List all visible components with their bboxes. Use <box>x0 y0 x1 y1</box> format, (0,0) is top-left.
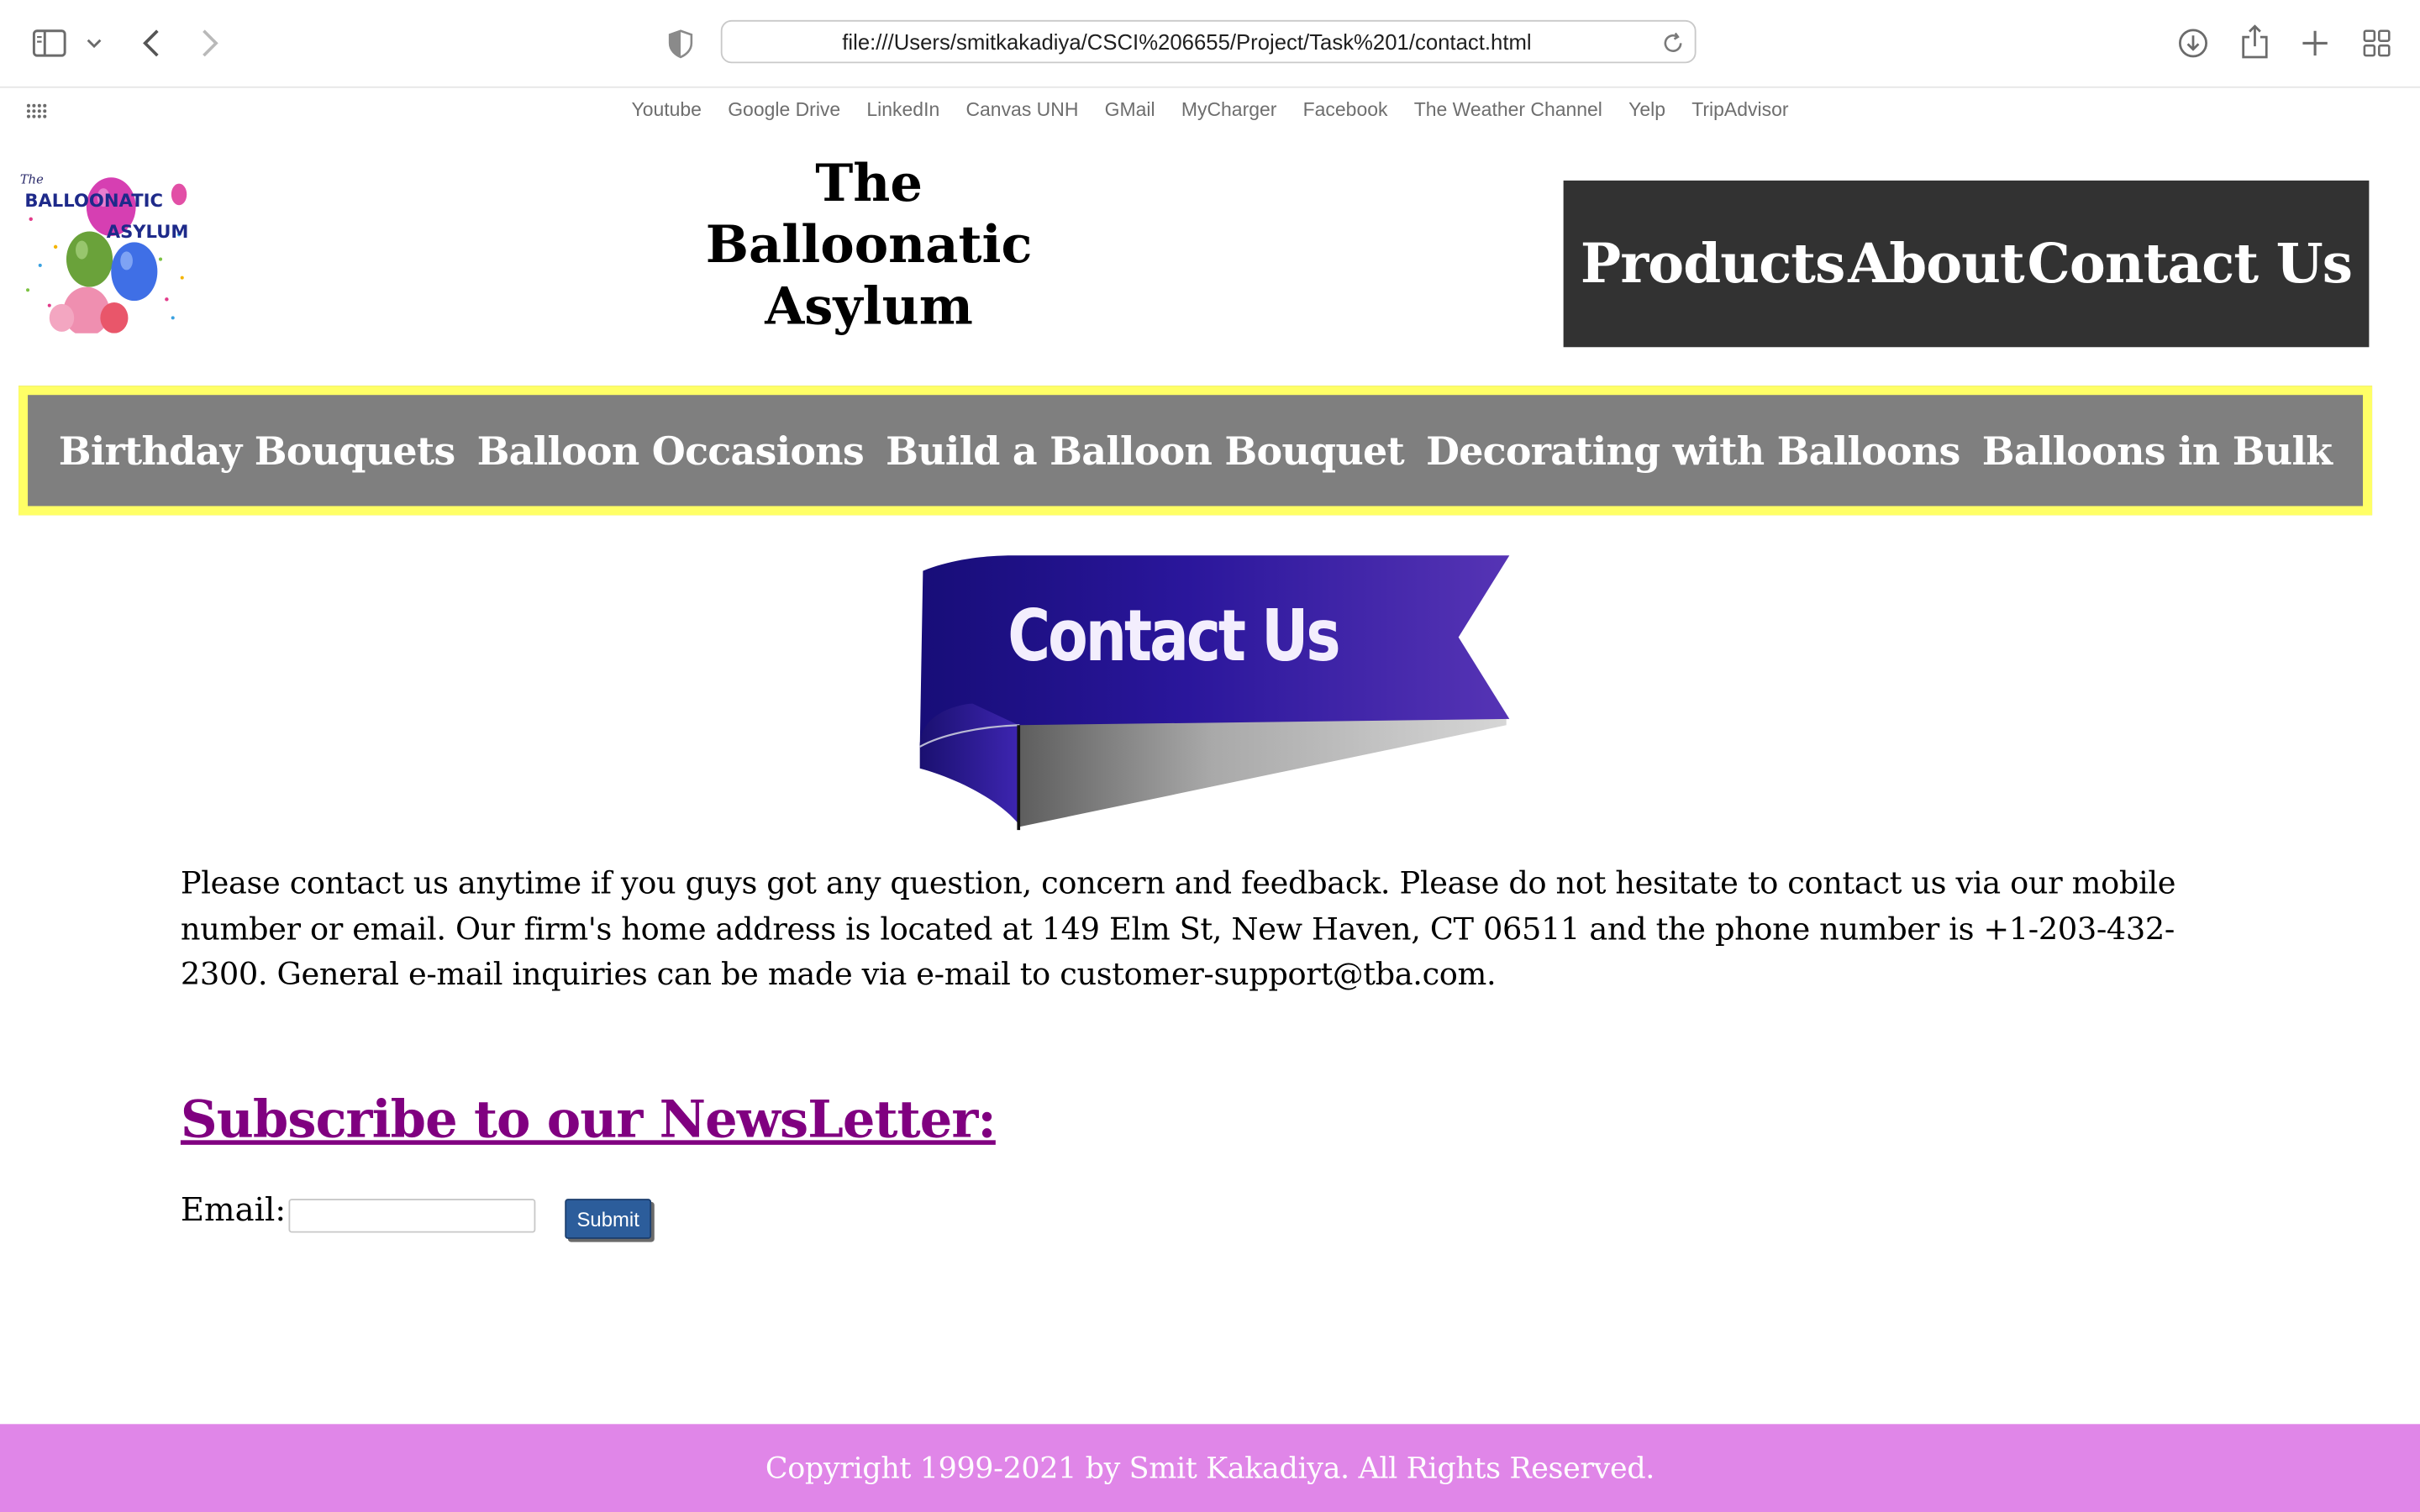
bookmark-gmail[interactable]: GMail <box>1105 99 1155 121</box>
newsletter-heading: Subscribe to our NewsLetter: <box>180 1089 997 1150</box>
email-label: Email: <box>180 1190 287 1229</box>
bookmark-mycharger[interactable]: MyCharger <box>1181 99 1277 121</box>
bookmark-tripadvisor[interactable]: TripAdvisor <box>1691 99 1788 121</box>
sidebar-icon[interactable] <box>31 26 68 60</box>
category-balloon-occasions-link[interactable]: Balloon Occasions <box>477 428 865 473</box>
site-title: The Balloonatic Asylum <box>699 153 1039 338</box>
nav-about-link[interactable]: About <box>1848 232 2024 295</box>
reload-icon[interactable] <box>1660 29 1685 57</box>
banner-text: Contact Us <box>1007 595 1339 677</box>
category-balloons-in-bulk-link[interactable]: Balloons in Bulk <box>1982 428 2333 473</box>
email-input[interactable] <box>288 1199 536 1233</box>
bookmark-yelp[interactable]: Yelp <box>1628 99 1665 121</box>
nav-contact-us-link[interactable]: Contact Us <box>2028 232 2353 295</box>
site-title-line-2: Balloonatic <box>705 214 1033 275</box>
bookmark-youtube[interactable]: Youtube <box>632 99 702 121</box>
nav-products-link[interactable]: Products <box>1581 232 1845 295</box>
back-icon[interactable] <box>136 24 167 61</box>
site-logo[interactable]: The BALLOONATIC ASYLUM <box>18 157 188 337</box>
submit-button[interactable]: Submit <box>565 1199 652 1239</box>
bookmark-facebook[interactable]: Facebook <box>1303 99 1388 121</box>
tab-overview-icon[interactable] <box>2360 26 2393 60</box>
new-tab-icon[interactable] <box>2298 26 2332 60</box>
shield-icon[interactable] <box>666 26 697 60</box>
category-build-bouquet-link[interactable]: Build a Balloon Bouquet <box>886 428 1405 473</box>
logo-text-the: The <box>20 173 44 187</box>
address-bar[interactable]: file:///Users/smitkakadiya/CSCI%206655/P… <box>720 19 1697 64</box>
address-bar-url[interactable]: file:///Users/smitkakadiya/CSCI%206655/P… <box>723 22 1652 64</box>
site-title-line-3: Asylum <box>765 276 973 337</box>
bookmark-google-drive[interactable]: Google Drive <box>728 99 840 121</box>
bookmark-canvas-unh[interactable]: Canvas UNH <box>965 99 1078 121</box>
forward-icon[interactable] <box>194 24 225 61</box>
logo-text-asylum: ASYLUM <box>107 221 188 242</box>
site-title-line-1: The <box>815 152 923 213</box>
chevron-down-icon[interactable] <box>83 31 105 55</box>
category-nav: Birthday Bouquets Balloon Occasions Buil… <box>18 386 2373 516</box>
copyright-text: Copyright 1999-2021 by Smit Kakadiya. Al… <box>765 1451 1655 1485</box>
bookmark-linkedin[interactable]: LinkedIn <box>866 99 939 121</box>
category-decorating-link[interactable]: Decorating with Balloons <box>1426 428 1960 473</box>
contact-intro-paragraph: Please contact us anytime if you guys go… <box>180 864 2176 993</box>
browser-toolbar: file:///Users/smitkakadiya/CSCI%206655/P… <box>0 0 2420 88</box>
logo-text-balloonatic: BALLOONATIC <box>24 190 163 211</box>
page-footer: Copyright 1999-2021 by Smit Kakadiya. Al… <box>0 1424 2420 1512</box>
bookmark-list: Youtube Google Drive LinkedIn Canvas UNH… <box>0 99 2420 121</box>
contact-us-banner: Contact Us <box>911 553 1512 838</box>
share-icon[interactable] <box>2238 22 2271 62</box>
category-birthday-bouquets-link[interactable]: Birthday Bouquets <box>59 428 455 473</box>
main-nav: Products About Contact Us <box>1563 180 2370 348</box>
download-icon[interactable] <box>2176 24 2210 61</box>
bookmarks-bar: Youtube Google Drive LinkedIn Canvas UNH… <box>0 88 2420 134</box>
bookmark-weather-channel[interactable]: The Weather Channel <box>1414 99 1602 121</box>
